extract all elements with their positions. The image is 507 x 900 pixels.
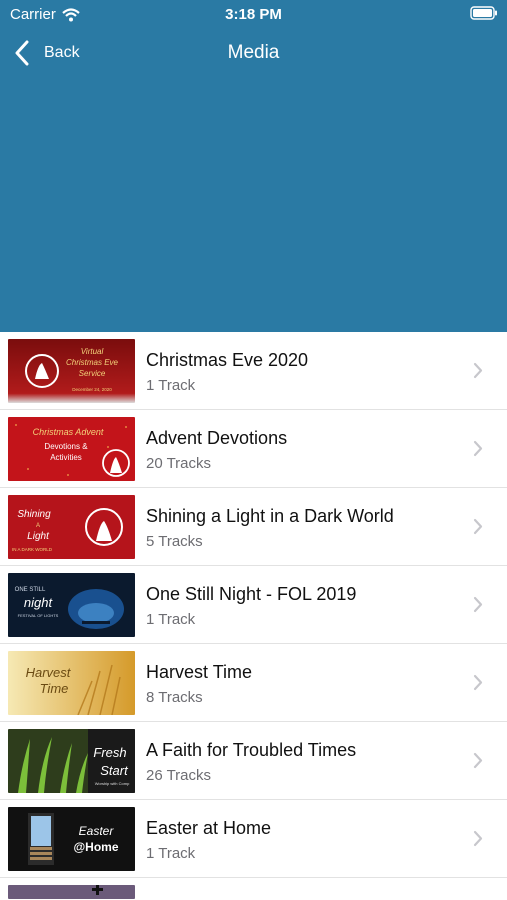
item-track-count: 5 Tracks (146, 533, 203, 550)
list-item[interactable]: Fresh Start Worship with Comp A Faith fo… (0, 722, 507, 800)
battery-icon (470, 6, 497, 20)
thumb-text: Start (100, 763, 129, 778)
thumb-text: Service (79, 369, 106, 378)
thumb-text: Light (27, 531, 50, 542)
item-title: Advent Devotions (146, 428, 288, 448)
chevron-right-icon (473, 752, 483, 769)
item-title: Easter at Home (146, 818, 272, 838)
thumb-text: FESTIVAL OF LIGHTS (18, 613, 59, 618)
thumbnail-image: Fresh Start Worship with Comp (8, 729, 135, 793)
item-track-count: 20 Tracks (146, 455, 212, 472)
page-title: Media (227, 42, 280, 63)
status-bar: Carrier 3:18 PM (0, 0, 507, 28)
list-item[interactable] (0, 878, 507, 900)
list-item[interactable]: Christmas Advent Devotions & Activities … (0, 410, 507, 488)
thumb-text: ONE STILL (15, 587, 46, 593)
thumb-text: December 24, 2020 (72, 387, 112, 392)
thumbnail-image: Easter @Home (8, 807, 135, 871)
thumb-text: Fresh (93, 745, 126, 760)
thumb-text: night (24, 595, 54, 610)
thumb-text: Worship with Comp (95, 781, 130, 786)
item-title: Christmas Eve 2020 (146, 350, 309, 370)
thumb-text: Time (40, 681, 69, 696)
thumb-text: Christmas Advent (33, 427, 104, 437)
item-title: A Faith for Troubled Times (146, 740, 357, 760)
item-title: Harvest Time (146, 662, 253, 682)
item-title: One Still Night - FOL 2019 (146, 584, 357, 604)
chevron-right-icon (473, 362, 483, 379)
header-banner: Carrier 3:18 PM Back Media (0, 0, 507, 332)
chevron-right-icon (473, 674, 483, 691)
item-title: Shining a Light in a Dark World (146, 506, 394, 526)
item-track-count: 8 Tracks (146, 689, 203, 706)
list-item[interactable]: Virtual Christmas Eve Service December 2… (0, 332, 507, 410)
navigation-bar: Back Media (0, 34, 507, 74)
list-item[interactable]: ONE STILL night FESTIVAL OF LIGHTS One S… (0, 566, 507, 644)
thumb-text: Virtual (81, 347, 104, 356)
media-list: Virtual Christmas Eve Service December 2… (0, 332, 507, 900)
thumb-text: Shining (17, 509, 51, 520)
thumbnail-image: Virtual Christmas Eve Service December 2… (8, 339, 135, 403)
list-item[interactable]: Harvest Time Harvest Time 8 Tracks (0, 644, 507, 722)
item-track-count: 26 Tracks (146, 767, 212, 784)
list-item[interactable]: Shining A Light IN A DARK WORLD Shining … (0, 488, 507, 566)
chevron-right-icon (473, 440, 483, 457)
item-track-count: 1 Track (146, 845, 196, 862)
thumb-text: IN A DARK WORLD (12, 547, 53, 552)
status-time: 3:18 PM (225, 6, 282, 23)
thumbnail-image (8, 885, 135, 899)
thumbnail-image: Christmas Advent Devotions & Activities (8, 417, 135, 481)
chevron-right-icon (473, 596, 483, 613)
chevron-right-icon (473, 830, 483, 847)
thumb-text: Christmas Eve (66, 358, 119, 367)
thumb-text: A (36, 523, 40, 529)
chevron-right-icon (473, 518, 483, 535)
thumb-text: @Home (73, 840, 118, 854)
thumb-text: Easter (79, 824, 115, 838)
item-track-count: 1 Track (146, 611, 196, 628)
thumb-text: Activities (50, 453, 82, 462)
thumb-text: Harvest (26, 665, 72, 680)
thumbnail-image: Shining A Light IN A DARK WORLD (8, 495, 135, 559)
list-item[interactable]: Easter @Home Easter at Home 1 Track (0, 800, 507, 878)
item-track-count: 1 Track (146, 377, 196, 394)
thumbnail-image: Harvest Time (8, 651, 135, 715)
thumbnail-image: ONE STILL night FESTIVAL OF LIGHTS (8, 573, 135, 637)
thumb-text: Devotions & (44, 442, 88, 451)
